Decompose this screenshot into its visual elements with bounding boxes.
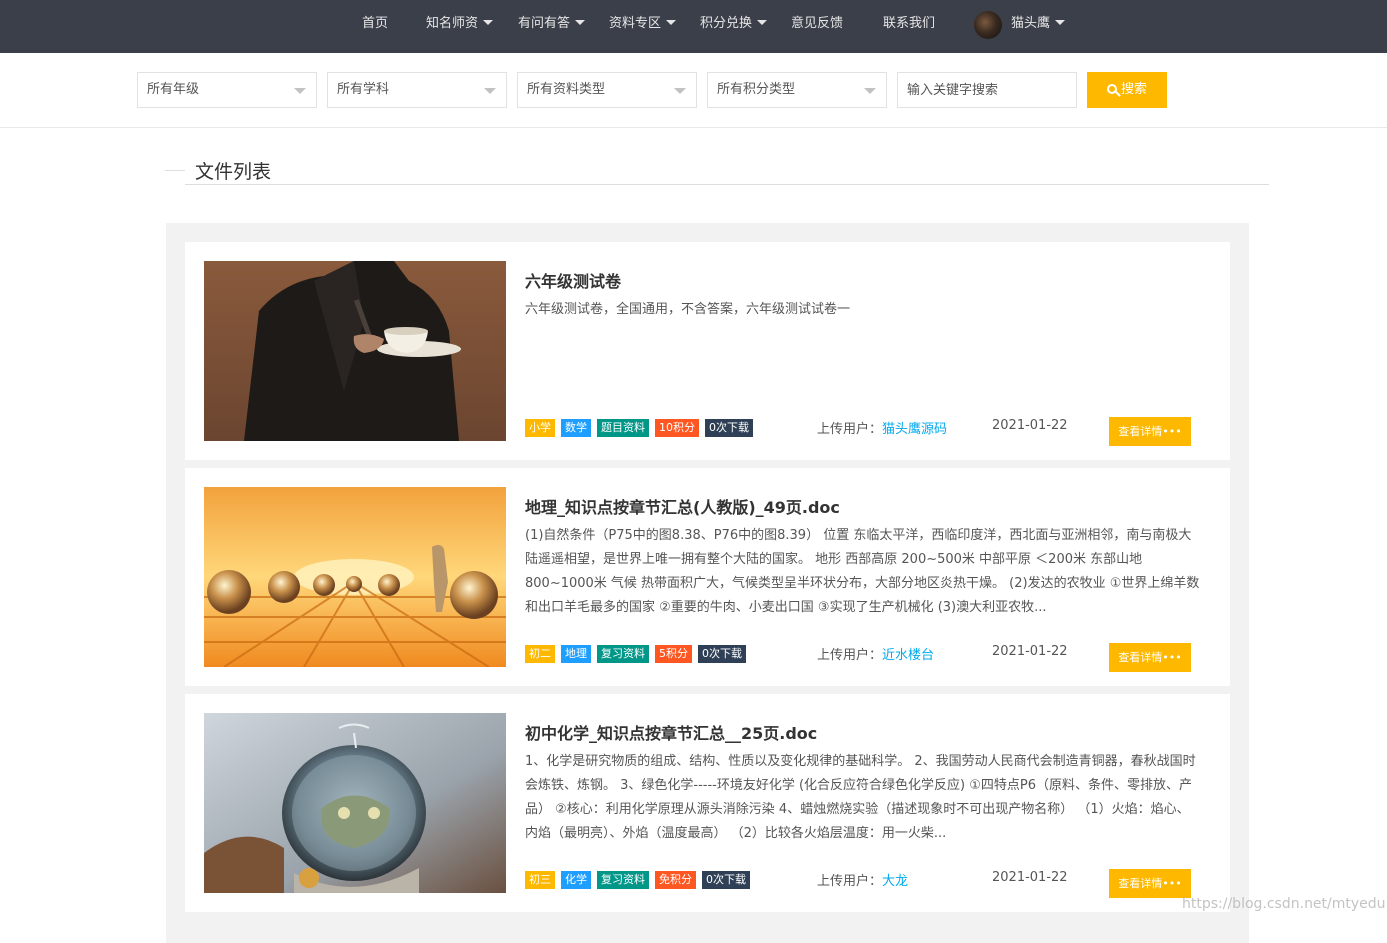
nav-user-menu[interactable]: 猫头鹰 bbox=[1011, 0, 1066, 53]
file-card: 初中化学_知识点按章节汇总__25页.doc 1、化学是研究物质的组成、结构、性… bbox=[185, 694, 1230, 912]
chevron-down-icon bbox=[484, 88, 496, 94]
uploader: 上传用户：猫头鹰源码 bbox=[817, 418, 947, 437]
upload-date: 2021-01-22 bbox=[992, 418, 1068, 433]
uploader-link[interactable]: 大龙 bbox=[882, 874, 908, 889]
downloads-tag: 0次下载 bbox=[705, 419, 753, 437]
nav-label: 联系我们 bbox=[883, 16, 936, 31]
file-card: 地理_知识点按章节汇总(人教版)_49页.doc (1)自然条件（P75中的图8… bbox=[185, 468, 1230, 686]
nav-home[interactable]: 首页 bbox=[362, 0, 388, 53]
nav-label: 有问有答 bbox=[518, 16, 571, 31]
file-thumbnail[interactable] bbox=[204, 713, 506, 893]
search-input[interactable] bbox=[897, 72, 1077, 108]
select-value: 所有资料类型 bbox=[527, 82, 606, 97]
file-description: (1)自然条件（P75中的图8.38、P76中的图8.39） 位置 东临太平洋，… bbox=[525, 528, 1200, 615]
file-description: 六年级测试卷，全国通用，不含答案，六年级测试试卷一 bbox=[525, 302, 851, 317]
caret-down-icon bbox=[1055, 20, 1066, 25]
nav-points[interactable]: 积分兑换 bbox=[700, 0, 768, 53]
user-avatar[interactable] bbox=[974, 11, 1002, 39]
uploader: 上传用户：近水楼台 bbox=[817, 644, 934, 663]
nav-qa[interactable]: 有问有答 bbox=[518, 0, 586, 53]
select-value: 所有年级 bbox=[147, 82, 200, 97]
grade-tag: 初三 bbox=[525, 871, 555, 889]
select-value: 所有学科 bbox=[337, 82, 390, 97]
grade-tag: 小学 bbox=[525, 419, 555, 437]
title-underline bbox=[185, 184, 1269, 185]
nav-label: 积分兑换 bbox=[700, 16, 753, 31]
title-divider bbox=[165, 170, 185, 171]
subject-select[interactable]: 所有学科 bbox=[327, 72, 507, 108]
downloads-tag: 0次下载 bbox=[702, 871, 750, 889]
upload-date: 2021-01-22 bbox=[992, 870, 1068, 885]
view-details-button[interactable]: 查看详情••• bbox=[1109, 643, 1191, 672]
caret-down-icon bbox=[666, 20, 677, 25]
subject-tag: 化学 bbox=[561, 871, 591, 889]
file-description: 1、化学是研究物质的组成、结构、性质以及变化规律的基础科学。 2、我国劳动人民商… bbox=[525, 754, 1196, 841]
subject-tag: 数学 bbox=[561, 419, 591, 437]
points-tag: 免积分 bbox=[655, 871, 696, 889]
file-tags: 初三 化学 复习资料 免积分 0次下载 bbox=[525, 871, 756, 890]
chevron-down-icon bbox=[674, 88, 686, 94]
file-title[interactable]: 地理_知识点按章节汇总(人教版)_49页.doc bbox=[525, 494, 840, 518]
file-card: 六年级测试卷 六年级测试卷，全国通用，不含答案，六年级测试试卷一 小学 数学 题目资… bbox=[185, 242, 1230, 460]
grade-select[interactable]: 所有年级 bbox=[137, 72, 317, 108]
chevron-down-icon bbox=[864, 88, 876, 94]
type-tag: 复习资料 bbox=[597, 871, 649, 889]
nav-label: 意见反馈 bbox=[791, 16, 844, 31]
caret-down-icon bbox=[483, 20, 494, 25]
uploader: 上传用户：大龙 bbox=[817, 870, 908, 889]
top-nav: 首页 知名师资 有问有答 资料专区 积分兑换 意见反馈 联系我们 猫头鹰 bbox=[0, 0, 1387, 53]
type-tag: 题目资料 bbox=[597, 419, 649, 437]
nav-label: 首页 bbox=[362, 16, 389, 31]
points-type-select[interactable]: 所有积分类型 bbox=[707, 72, 887, 108]
uploader-label: 上传用户： bbox=[817, 874, 883, 889]
nav-contact[interactable]: 联系我们 bbox=[883, 0, 935, 53]
user-name: 猫头鹰 bbox=[1011, 16, 1051, 31]
nav-resources[interactable]: 资料专区 bbox=[609, 0, 677, 53]
caret-down-icon bbox=[757, 20, 768, 25]
uploader-link[interactable]: 猫头鹰源码 bbox=[882, 422, 947, 437]
points-tag: 5积分 bbox=[655, 645, 692, 663]
chevron-down-icon bbox=[294, 88, 306, 94]
select-value: 所有积分类型 bbox=[717, 82, 796, 97]
watermark: https://blog.csdn.net/mtyedu bbox=[1182, 896, 1386, 912]
type-tag: 复习资料 bbox=[597, 645, 649, 663]
view-details-button[interactable]: 查看详情••• bbox=[1109, 869, 1191, 898]
file-title[interactable]: 初中化学_知识点按章节汇总__25页.doc bbox=[525, 720, 817, 744]
uploader-label: 上传用户： bbox=[817, 422, 883, 437]
downloads-tag: 0次下载 bbox=[698, 645, 746, 663]
file-title[interactable]: 六年级测试卷 bbox=[525, 268, 621, 292]
uploader-link[interactable]: 近水楼台 bbox=[882, 648, 934, 663]
file-tags: 小学 数学 题目资料 10积分 0次下载 bbox=[525, 419, 759, 438]
grade-tag: 初二 bbox=[525, 645, 555, 663]
file-thumbnail[interactable] bbox=[204, 261, 506, 441]
filter-bar: 所有年级 所有学科 所有资料类型 所有积分类型 搜索 bbox=[0, 53, 1387, 128]
search-icon bbox=[1106, 84, 1117, 94]
nav-teachers[interactable]: 知名师资 bbox=[426, 0, 494, 53]
nav-feedback[interactable]: 意见反馈 bbox=[791, 0, 843, 53]
nav-label: 资料专区 bbox=[609, 16, 662, 31]
search-button[interactable]: 搜索 bbox=[1087, 72, 1167, 108]
view-details-button[interactable]: 查看详情••• bbox=[1109, 417, 1191, 446]
subject-tag: 地理 bbox=[561, 645, 591, 663]
caret-down-icon bbox=[575, 20, 586, 25]
search-button-label: 搜索 bbox=[1120, 82, 1147, 97]
uploader-label: 上传用户： bbox=[817, 648, 883, 663]
resource-type-select[interactable]: 所有资料类型 bbox=[517, 72, 697, 108]
upload-date: 2021-01-22 bbox=[992, 644, 1068, 659]
points-tag: 10积分 bbox=[655, 419, 699, 437]
section-title: 文件列表 bbox=[195, 161, 272, 183]
file-tags: 初二 地理 复习资料 5积分 0次下载 bbox=[525, 645, 752, 664]
file-thumbnail[interactable] bbox=[204, 487, 506, 667]
nav-label: 知名师资 bbox=[426, 16, 479, 31]
